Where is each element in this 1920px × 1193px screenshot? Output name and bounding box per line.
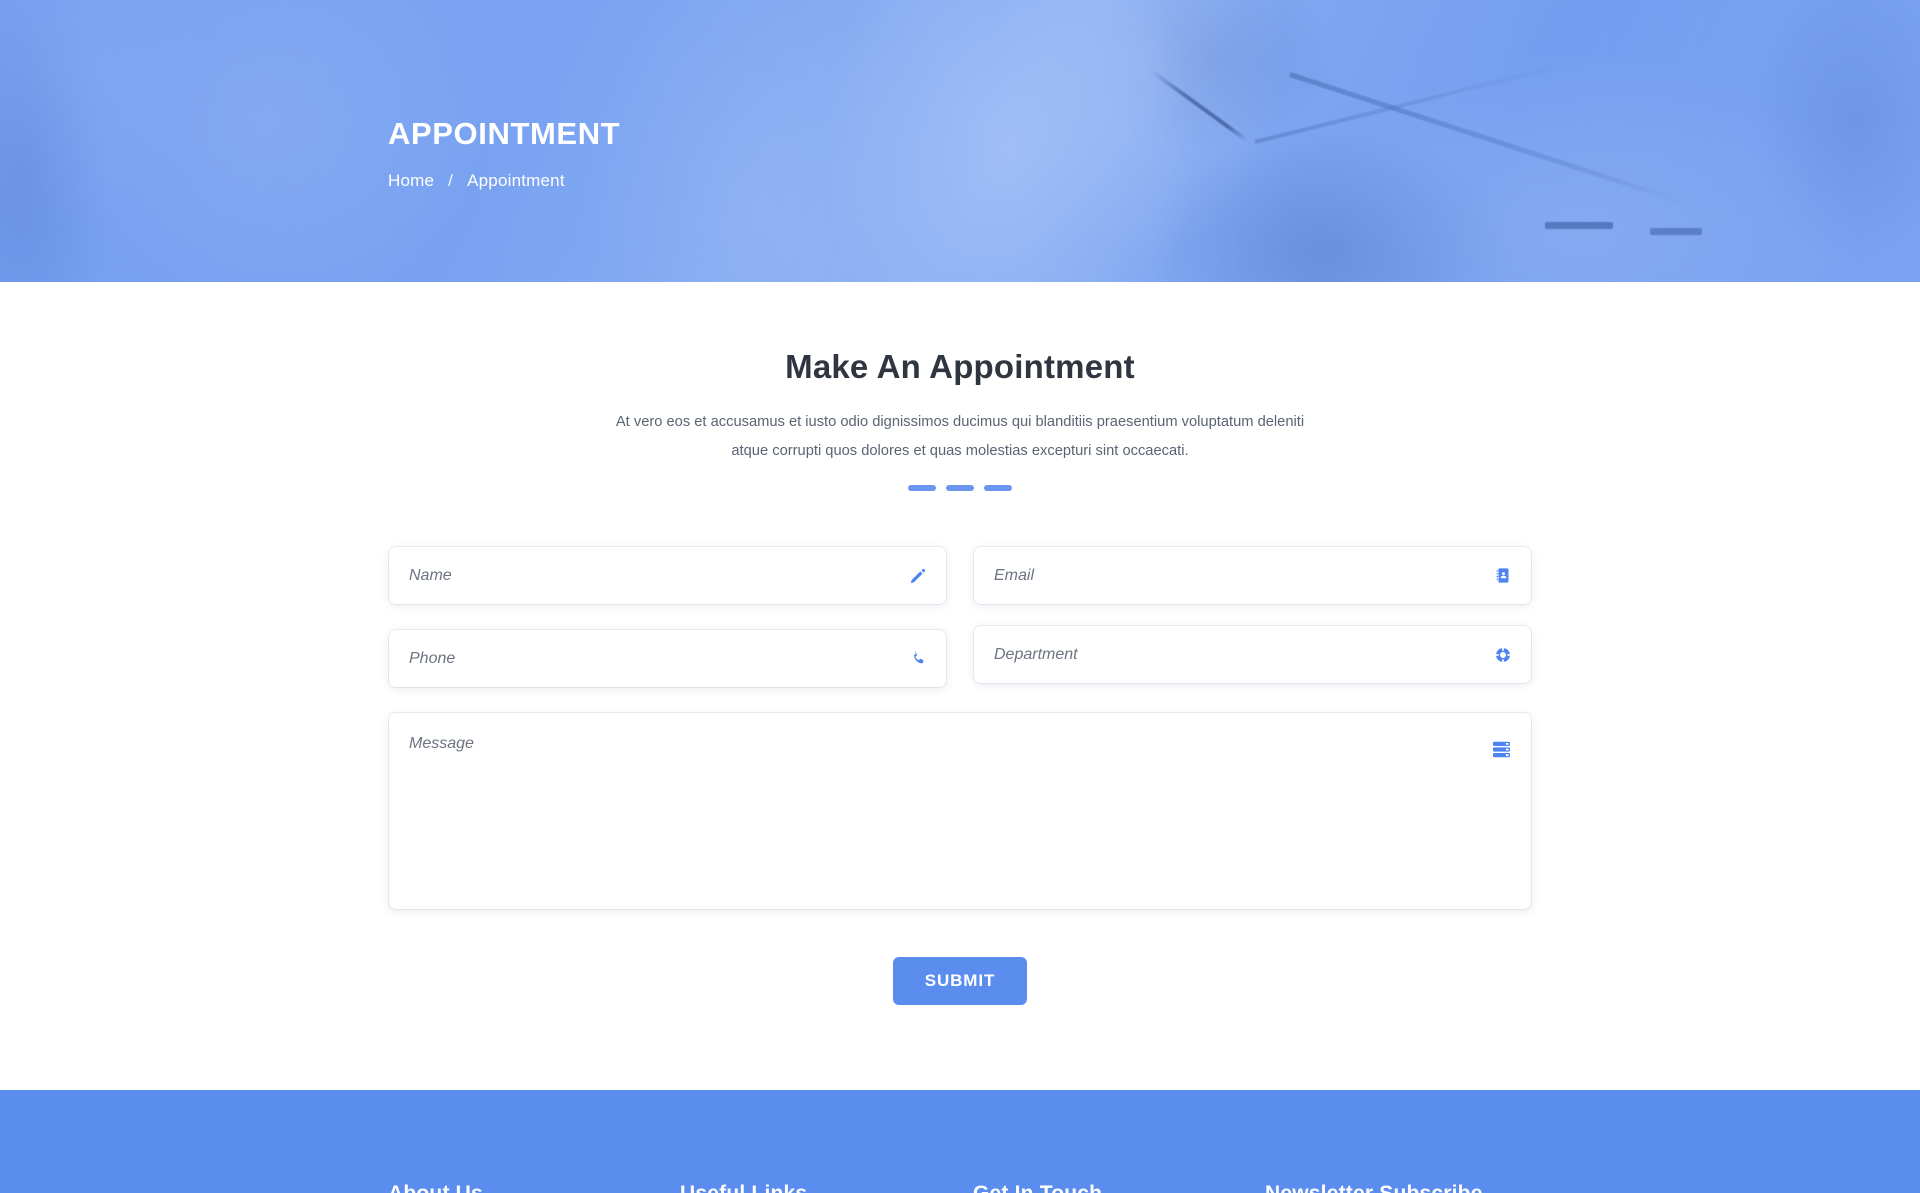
page-title: APPOINTMENT [388,115,621,151]
submit-button[interactable]: SUBMIT [892,957,1028,1006]
list-stack-icon [1492,741,1512,761]
main-content: Make An Appointment At vero eos et accus… [0,282,1920,1006]
footer-heading-get-in-touch: Get In Touch [973,1182,1265,1193]
message-textarea[interactable] [389,713,1531,910]
section-divider [0,481,1920,495]
section-header: Make An Appointment At vero eos et accus… [0,348,1920,495]
footer-heading-newsletter: Newsletter Subscribe [1265,1182,1548,1193]
footer-column-get-in-touch: Get In Touch [973,1090,1265,1193]
hero-content: APPOINTMENT Home / Appointment [388,0,620,282]
pencil-icon [908,566,928,586]
hero-banner: APPOINTMENT Home / Appointment [0,0,1920,282]
hero-color-overlay [0,0,1920,282]
phone-input[interactable] [389,630,946,688]
footer-columns: About Us Useful Links Get In Touch Newsl… [388,1090,1548,1193]
breadcrumb-separator: / [448,170,454,190]
form-row-two [389,626,1531,688]
appointment-form: SUBMIT [389,547,1531,1006]
name-input[interactable] [389,547,946,605]
divider-dash-1 [908,485,936,492]
globe-icon [1493,645,1513,665]
divider-dash-2 [946,485,974,492]
phone-field[interactable] [389,630,946,688]
department-input[interactable] [974,626,1531,684]
breadcrumb-current: Appointment [467,170,565,190]
footer-column-useful-links: Useful Links [680,1090,973,1193]
footer-heading-useful-links: Useful Links [680,1182,973,1193]
footer-column-about-us: About Us [388,1090,680,1193]
footer-heading-about-us: About Us [388,1182,680,1193]
address-book-icon [1493,566,1513,586]
footer-column-newsletter: Newsletter Subscribe [1265,1090,1548,1193]
department-field[interactable] [974,626,1531,684]
email-field[interactable] [974,547,1531,605]
message-field[interactable] [389,713,1531,910]
submit-row: SUBMIT [389,957,1531,1006]
divider-dash-3 [984,485,1012,492]
breadcrumb-link-home[interactable]: Home [388,171,434,191]
form-row-one [389,547,1531,605]
section-title: Make An Appointment [785,348,1135,385]
section-description: At vero eos et accusamus et iusto odio d… [615,414,1305,459]
site-footer: About Us Useful Links Get In Touch Newsl… [0,1090,1920,1193]
breadcrumb: Home / Appointment [388,171,620,191]
name-field[interactable] [389,547,946,605]
phone-icon [908,649,928,669]
email-input[interactable] [974,547,1531,605]
